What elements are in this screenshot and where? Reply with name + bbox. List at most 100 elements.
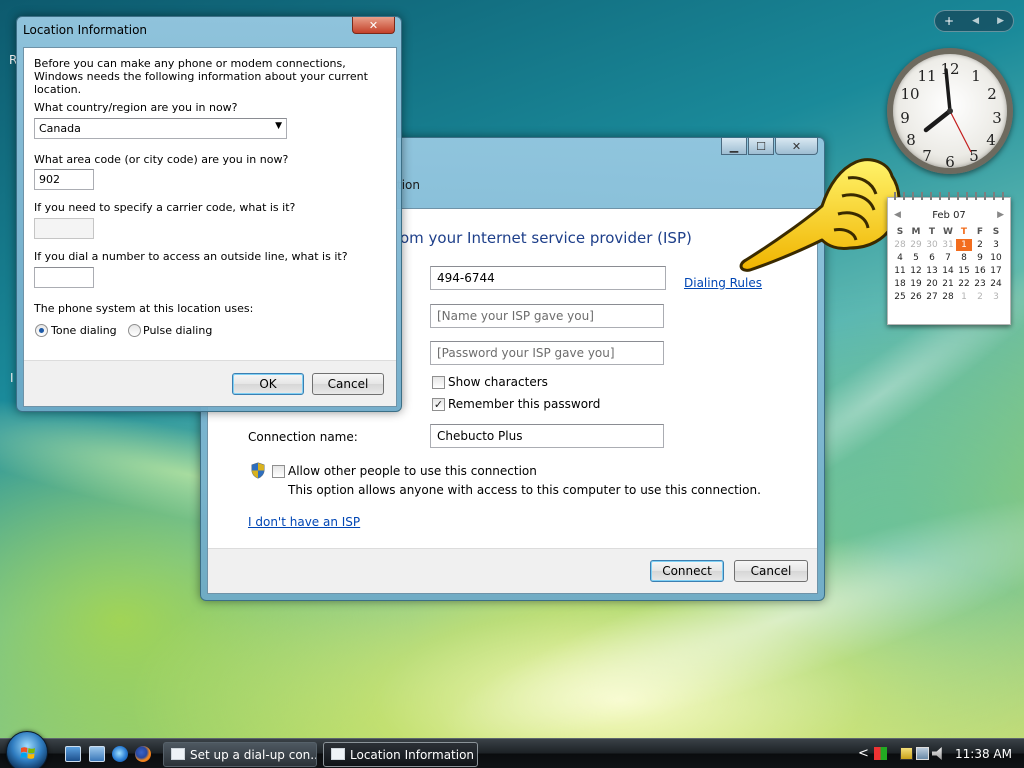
dialog-button-bar: OK Cancel [24,360,396,406]
day-header: T [928,227,936,237]
calendar-day[interactable]: 15 [956,265,972,277]
calendar-day[interactable]: 28 [940,291,956,303]
calendar-day[interactable]: 24 [988,278,1004,290]
add-gadget-button[interactable]: + [944,14,954,28]
calendar-day[interactable]: 12 [908,265,924,277]
calendar-day[interactable]: 16 [972,265,988,277]
calendar-day[interactable]: 21 [940,278,956,290]
tone-dialing-label: Tone dialing [51,324,117,337]
calendar-day[interactable]: 5 [908,252,924,264]
calendar-day[interactable]: 31 [940,239,956,251]
page-header: om your Internet service provider (ISP) [400,229,692,247]
calendar-day-today[interactable]: 1 [956,239,972,251]
calendar-day[interactable]: 2 [972,239,988,251]
area-code-question: What area code (or city code) are you in… [34,153,289,166]
allow-others-checkbox[interactable] [272,465,285,478]
next-gadget-button[interactable]: ▶ [997,16,1004,26]
calendar-day[interactable]: 1 [956,291,972,303]
intro-text: Before you can make any phone or modem c… [34,57,368,96]
calendar-day[interactable]: 20 [924,278,940,290]
windows-defender-icon[interactable] [874,747,887,760]
calendar-gadget[interactable]: ◀ Feb 07 ▶ S M T W T F S 28 29 30 31 1 2… [887,192,1011,325]
country-select[interactable]: Canada ▼ [34,118,287,139]
ok-button[interactable]: OK [232,373,304,395]
firefox-icon[interactable] [135,746,151,762]
cancel-button[interactable]: Cancel [312,373,384,395]
no-isp-link[interactable]: I don't have an ISP [248,515,360,529]
dialog-titlebar[interactable]: Location Information ✕ [17,17,401,45]
taskbar-button-dialup[interactable]: Set up a dial-up con... [163,742,317,767]
calendar-day[interactable]: 2 [972,291,988,303]
security-icon[interactable] [900,747,913,760]
calendar-day[interactable]: 6 [924,252,940,264]
calendar-day[interactable]: 11 [892,265,908,277]
close-button[interactable]: ✕ [352,17,395,34]
day-header: T [960,227,968,237]
shield-uac-icon [251,462,265,479]
chevron-down-icon: ▼ [275,121,282,131]
calendar-day[interactable]: 19 [908,278,924,290]
location-information-dialog: Location Information ✕ Before you can ma… [16,16,402,412]
switch-windows-icon[interactable] [89,746,105,762]
calendar-day[interactable]: 29 [908,239,924,251]
clock-gadget[interactable]: 12 1 2 3 4 5 6 7 8 9 10 11 [887,48,1013,174]
calendar-day[interactable]: 26 [908,291,924,303]
calendar-day[interactable]: 28 [892,239,908,251]
phone-system-label: The phone system at this location uses: [34,302,254,315]
outside-line-field[interactable] [34,267,94,288]
connection-name-field[interactable]: Chebucto Plus [430,424,664,448]
clock-hands [923,68,972,153]
allow-others-note: This option allows anyone with access to… [288,483,761,497]
show-desktop-icon[interactable] [65,746,81,762]
calendar-day[interactable]: 3 [988,291,1004,303]
pulse-dialing-label: Pulse dialing [143,324,213,337]
outside-line-question: If you dial a number to access an outsid… [34,250,348,263]
show-characters-checkbox[interactable] [432,376,445,389]
previous-gadget-button[interactable]: ◀ [972,16,979,26]
dialog-controls: ✕ [351,17,395,34]
password-field[interactable]: [Password your ISP gave you] [430,341,664,365]
network-icon[interactable] [916,747,929,760]
calendar-day[interactable]: 18 [892,278,908,290]
ie-icon[interactable] [112,746,128,762]
calendar-day[interactable]: 13 [924,265,940,277]
day-header: S [992,227,1000,237]
calendar-day[interactable]: 9 [972,252,988,264]
start-button[interactable] [6,731,48,768]
tone-dialing-radio[interactable] [35,324,48,337]
day-header: F [976,227,984,237]
pulse-dialing-radio[interactable] [128,324,141,337]
calendar-day[interactable]: 10 [988,252,1004,264]
taskbar-button-location[interactable]: Location Information [323,742,478,767]
tray-expand-button[interactable]: < [858,746,869,761]
calendar-day[interactable]: 14 [940,265,956,277]
remember-password-checkbox[interactable]: ✓ [432,398,445,411]
calendar-day[interactable]: 7 [940,252,956,264]
calendar-grid: S M T W T F S 28 29 30 31 1 2 3 4 5 6 7 … [892,226,1004,303]
dialog-client-area: Before you can make any phone or modem c… [23,47,397,407]
calendar-day[interactable]: 30 [924,239,940,251]
volume-icon[interactable] [932,747,942,760]
calendar-day[interactable]: 17 [988,265,1004,277]
calendar-day[interactable]: 25 [892,291,908,303]
dialing-rules-link[interactable]: Dialing Rules [684,276,762,290]
dialup-button-bar: Connect Cancel [208,548,817,593]
taskbar-button-label: Set up a dial-up con... [190,748,317,762]
area-code-field[interactable]: 902 [34,169,94,190]
pointing-hand-cursor [739,158,901,272]
calendar-day[interactable]: 3 [988,239,1004,251]
day-header: W [943,227,953,237]
sidebar-gadget-controls: + ◀ ▶ [934,10,1014,32]
calendar-day[interactable]: 4 [892,252,908,264]
cancel-button[interactable]: Cancel [734,560,808,582]
calendar-day[interactable]: 23 [972,278,988,290]
phone-number-field[interactable]: 494-6744 [430,266,666,290]
connect-button[interactable]: Connect [650,560,724,582]
country-question: What country/region are you in now? [34,101,238,114]
next-month-icon[interactable]: ▶ [997,210,1004,220]
username-field[interactable]: [Name your ISP gave you] [430,304,664,328]
calendar-day[interactable]: 22 [956,278,972,290]
taskbar-clock[interactable]: 11:38 AM [955,747,1012,761]
calendar-day[interactable]: 27 [924,291,940,303]
calendar-day[interactable]: 8 [956,252,972,264]
